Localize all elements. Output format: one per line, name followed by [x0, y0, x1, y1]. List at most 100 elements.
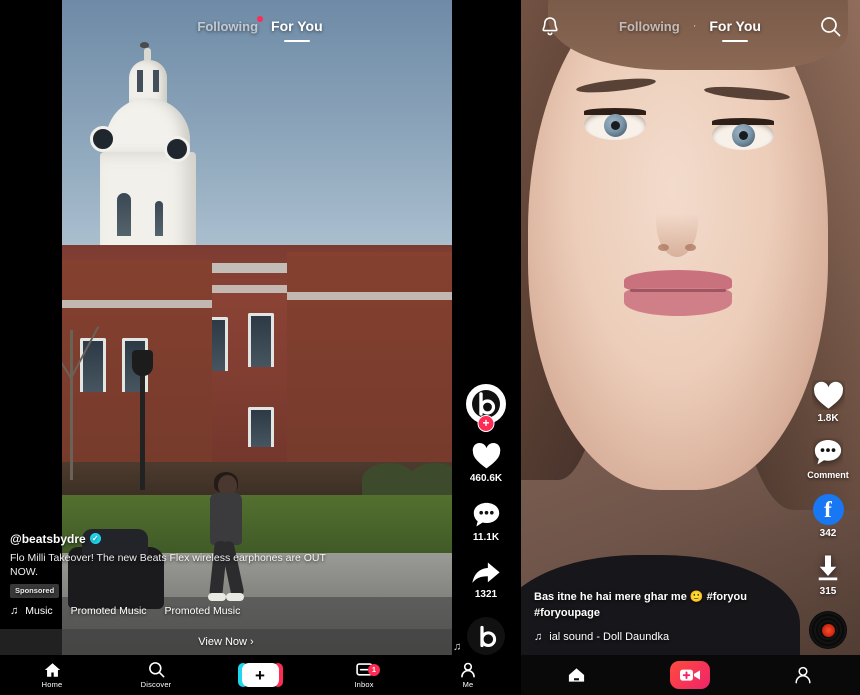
- search-icon: [148, 661, 165, 678]
- tower-arch-window: [114, 190, 134, 236]
- tab-following[interactable]: Following: [619, 19, 680, 34]
- record-camera-icon[interactable]: [670, 661, 710, 689]
- nav-record[interactable]: [633, 661, 746, 689]
- tab-for-you[interactable]: For You: [271, 18, 323, 34]
- music-row[interactable]: ♫ ial sound - Doll Daundka: [534, 631, 756, 643]
- tab-for-you-label: For You: [271, 18, 323, 34]
- comment-label: Comment: [807, 470, 849, 480]
- right-top-bar: Following · For You: [520, 0, 860, 52]
- caption-text: Flo Milli Takeover! The new Beats Flex w…: [10, 551, 340, 579]
- nav-profile[interactable]: [747, 666, 860, 684]
- heart-icon: [471, 441, 502, 470]
- music-disc-button[interactable]: [809, 611, 847, 649]
- music-note-icon: ♫: [534, 631, 542, 643]
- eye-left: [584, 110, 646, 140]
- facebook-icon: f: [813, 494, 844, 525]
- music-marquee: Music Promoted Music Promoted Music: [25, 605, 240, 617]
- tab-notification-dot: [257, 16, 263, 22]
- home-icon: [44, 662, 61, 678]
- share-button[interactable]: 1321: [471, 560, 501, 600]
- caption-line-2: #foryoupage: [534, 606, 756, 621]
- music-disc-button[interactable]: ♫: [467, 617, 505, 655]
- verified-badge-icon: ✓: [90, 533, 101, 544]
- lips: [624, 270, 732, 316]
- tab-separator: ·: [693, 20, 697, 32]
- facebook-glyph: f: [824, 498, 832, 521]
- building-wing-right: [287, 252, 452, 492]
- share-count: 1321: [475, 589, 497, 600]
- left-feed-tabs: Following For You: [197, 18, 322, 34]
- nav-create[interactable]: +: [208, 663, 312, 687]
- like-count: 1.8K: [817, 413, 838, 424]
- lamp-post: [140, 370, 145, 490]
- tab-for-you-label: For You: [709, 18, 761, 34]
- like-button[interactable]: 1.8K: [812, 380, 845, 424]
- nav-discover-label: Discover: [141, 680, 172, 689]
- clock-face-right: [164, 136, 190, 162]
- caption-line-1: Bas itne he hai mere ghar me 🙂 #foryou: [534, 590, 756, 605]
- right-feed-tabs: Following · For You: [619, 18, 761, 34]
- tower-arch-window: [152, 198, 166, 236]
- person-icon: [460, 662, 476, 678]
- music-row[interactable]: ♫ Music Promoted Music Promoted Music: [10, 605, 340, 617]
- nav-home-label: Home: [42, 680, 63, 689]
- comment-icon: [472, 501, 501, 529]
- clock-tower: [100, 40, 196, 270]
- download-count: 315: [820, 586, 837, 597]
- tab-following[interactable]: Following: [197, 19, 258, 34]
- dual-phone-screenshot: Following For You: [0, 0, 860, 695]
- eyebrow-right: [704, 84, 791, 102]
- nav-inbox[interactable]: 1 Inbox: [312, 662, 416, 689]
- tab-following-label: Following: [619, 19, 680, 34]
- left-caption-block: @beatsbydre ✓ Flo Milli Takeover! The ne…: [0, 532, 350, 617]
- download-icon: [813, 553, 843, 583]
- vinyl-record-icon: [809, 611, 847, 649]
- facebook-share-button[interactable]: f 342: [813, 494, 844, 539]
- avatar-follow-group[interactable]: +: [466, 384, 506, 424]
- left-phone-panel: Following For You: [0, 0, 520, 695]
- comment-count: 11.1K: [473, 532, 499, 543]
- caption-text-row: Flo Milli Takeover! The new Beats Flex w…: [10, 551, 340, 598]
- bell-icon[interactable]: [538, 14, 562, 38]
- bare-tree: [70, 330, 73, 480]
- author-username-row[interactable]: @beatsbydre ✓: [10, 532, 340, 546]
- music-item: Promoted Music: [71, 605, 147, 617]
- floating-music-note: ♫: [453, 641, 461, 653]
- tab-for-you[interactable]: For You: [709, 18, 761, 34]
- view-now-cta-banner[interactable]: View Now ›: [0, 629, 452, 655]
- nose: [656, 185, 698, 257]
- like-button[interactable]: 460.6K: [470, 441, 502, 484]
- home-icon: [567, 666, 586, 684]
- eye-right: [712, 120, 774, 150]
- plus-create-icon[interactable]: +: [242, 663, 279, 687]
- left-top-bar: Following For You: [0, 0, 520, 52]
- right-bottom-navbar: [520, 655, 860, 695]
- like-count: 460.6K: [470, 473, 502, 484]
- heart-icon: [812, 380, 845, 410]
- nav-home[interactable]: Home: [0, 662, 104, 689]
- left-bottom-navbar: Home Discover + 1 Inbox: [0, 655, 520, 695]
- eyebrow-left: [576, 76, 657, 95]
- nav-home[interactable]: [520, 666, 633, 684]
- clock-face-left: [90, 126, 116, 152]
- bush: [408, 463, 452, 497]
- person-icon: [794, 666, 812, 684]
- music-item: Music: [25, 605, 52, 617]
- nav-me-label: Me: [463, 680, 474, 689]
- comment-button[interactable]: 11.1K: [472, 501, 501, 543]
- nav-inbox-label: Inbox: [354, 680, 373, 689]
- left-action-rail: + 460.6K 11.1K: [460, 384, 512, 655]
- sponsored-badge: Sponsored: [10, 584, 59, 598]
- nav-discover[interactable]: Discover: [104, 661, 208, 689]
- follow-plus-badge[interactable]: +: [478, 415, 495, 432]
- download-button[interactable]: 315: [813, 553, 843, 597]
- music-note-icon: ♫: [10, 605, 18, 617]
- search-icon[interactable]: [818, 14, 842, 38]
- music-title: ial sound - Doll Daundka: [549, 631, 669, 643]
- share-arrow-icon: [471, 560, 501, 586]
- comment-button[interactable]: Comment: [807, 438, 849, 480]
- nav-me[interactable]: Me: [416, 662, 520, 689]
- facebook-share-count: 342: [820, 528, 837, 539]
- beats-disc-icon: [467, 617, 505, 655]
- tab-following-label: Following: [197, 19, 258, 34]
